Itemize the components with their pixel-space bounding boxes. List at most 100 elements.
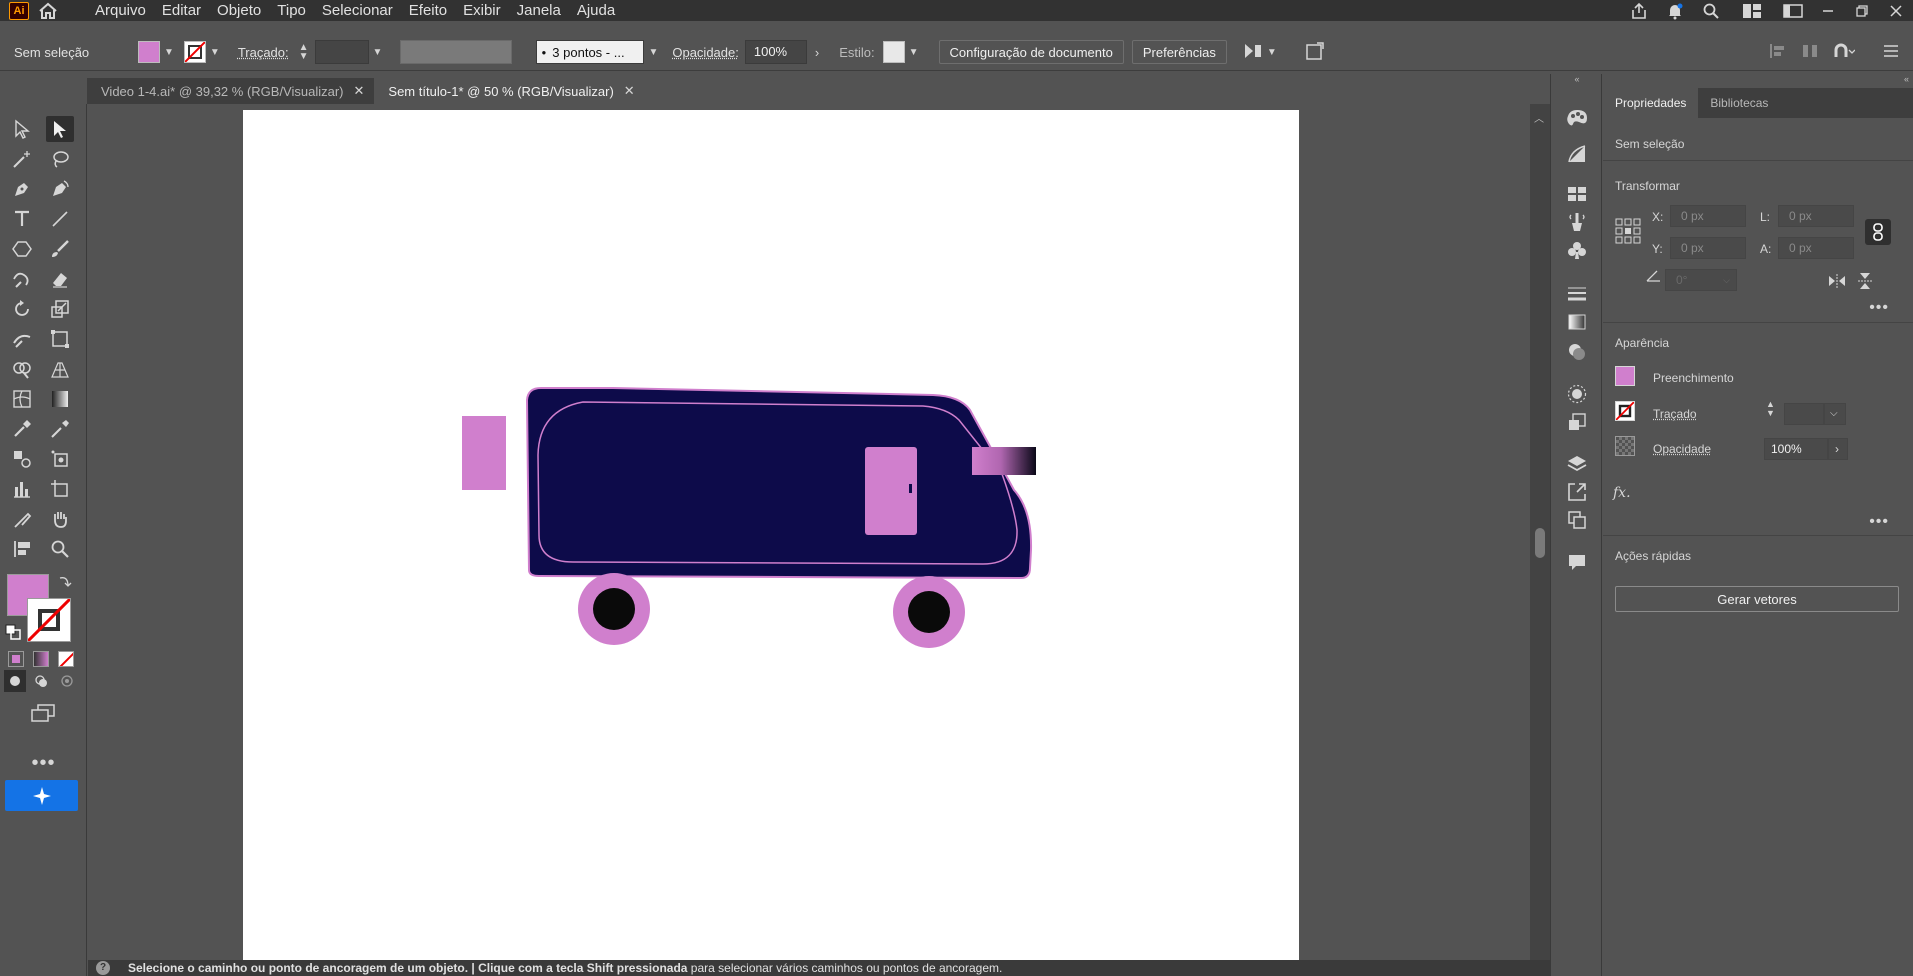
artboards-panel-icon[interactable] [1565, 508, 1589, 532]
color-guide-icon[interactable] [1565, 106, 1589, 130]
curvature-tool-icon[interactable] [46, 176, 74, 202]
collapse-dock-icon[interactable]: « [1551, 74, 1603, 86]
distribute-icon[interactable] [1801, 43, 1819, 62]
appearance-fill-swatch[interactable] [1615, 366, 1635, 386]
comments-icon[interactable] [1565, 550, 1589, 574]
pen-tool-icon[interactable] [8, 176, 36, 202]
color-mode-icon[interactable] [8, 651, 24, 667]
export-asset-icon[interactable] [1565, 480, 1589, 504]
stroke-label[interactable]: Traçado: [238, 45, 289, 60]
stroke-color-swatch[interactable] [27, 598, 71, 642]
variable-width-profile[interactable] [400, 40, 513, 64]
swap-fill-stroke-icon[interactable] [58, 574, 72, 591]
stroke-weight-stepper[interactable]: ▲ ▼ [1766, 400, 1775, 418]
selection-tool-icon[interactable] [8, 116, 36, 142]
none-mode-icon[interactable] [58, 651, 74, 667]
chevron-down-icon[interactable]: ▼ [909, 47, 919, 58]
shape-builder-tool-icon[interactable] [8, 356, 36, 382]
menu-ajuda[interactable]: Ajuda [569, 0, 623, 21]
search-icon[interactable] [1693, 0, 1729, 21]
height-input[interactable]: 0 px [1778, 237, 1854, 259]
opacity-input[interactable]: 100% [1764, 438, 1828, 460]
snap-magnet-icon[interactable] [1833, 43, 1856, 62]
opacity-label[interactable]: Opacidade [1653, 442, 1711, 456]
symbols-club-icon[interactable] [1565, 238, 1589, 262]
close-tab-icon[interactable]: ✕ [354, 83, 365, 99]
vertical-scrollbar[interactable]: ︿ [1530, 104, 1550, 960]
bumper-shape[interactable] [462, 416, 506, 490]
appearance-panel-icon[interactable] [1565, 382, 1589, 406]
stroke-weight-dropdown[interactable]: ⌵ [1824, 403, 1846, 425]
menu-janela[interactable]: Janela [509, 0, 569, 21]
magic-wand-tool-icon[interactable] [8, 146, 36, 172]
graphic-style-swatch[interactable] [882, 41, 905, 63]
mesh-tool-icon[interactable] [8, 386, 36, 412]
screen-mode-icon[interactable] [28, 700, 58, 726]
chevron-down-icon[interactable]: ▼ [1267, 47, 1277, 58]
tab-video-1-4[interactable]: Video 1-4.ai* @ 39,32 % (RGB/Visualizar)… [87, 78, 375, 104]
reference-point-icon[interactable] [1615, 218, 1641, 247]
preferences-button[interactable]: Preferências [1131, 40, 1227, 64]
restore-icon[interactable] [1845, 0, 1879, 21]
angle-select[interactable]: 0° ⌵ [1665, 269, 1737, 291]
menu-editar[interactable]: Editar [154, 0, 209, 21]
artboard[interactable] [243, 110, 1299, 960]
y-input[interactable]: 0 px [1670, 237, 1746, 259]
menu-efeito[interactable]: Efeito [401, 0, 455, 21]
direct-selection-tool-icon[interactable] [46, 116, 74, 142]
scroll-up-icon[interactable]: ︿ [1534, 110, 1544, 125]
gradient-panel-icon[interactable] [1565, 310, 1589, 334]
stroke-weight-stepper[interactable]: ▲ ▼ [299, 43, 309, 62]
stroke-panel-icon[interactable] [1565, 282, 1589, 306]
chevron-right-icon[interactable]: › [815, 45, 819, 60]
notifications-bell-icon[interactable] [1657, 0, 1693, 21]
hand-tool-icon[interactable] [46, 506, 74, 532]
line-segment-tool-icon[interactable] [46, 206, 74, 232]
lasso-tool-icon[interactable] [46, 146, 74, 172]
workspace-layout-icon[interactable] [1729, 0, 1775, 21]
stroke-swatch[interactable] [183, 41, 206, 63]
panel-menu-icon[interactable] [1883, 44, 1899, 61]
type-tool-icon[interactable] [8, 206, 36, 232]
generative-ai-button[interactable] [5, 780, 78, 811]
paintbrush-tool-icon[interactable] [46, 236, 74, 262]
eraser-tool-icon[interactable] [46, 266, 74, 292]
stroke-label[interactable]: Traçado [1653, 407, 1697, 421]
close-tab-icon[interactable]: ✕ [624, 83, 635, 99]
align-left-icon[interactable] [1769, 43, 1787, 62]
column-graph-tool-icon[interactable] [8, 476, 36, 502]
collapse-panel-icon[interactable]: « [1904, 74, 1909, 84]
gradient-tool-icon[interactable] [46, 386, 74, 412]
appearance-stroke-swatch[interactable] [1615, 401, 1635, 421]
fill-swatch[interactable] [138, 41, 160, 63]
tab-sem-titulo-1[interactable]: Sem título-1* @ 50 % (RGB/Visualizar) ✕ [374, 78, 645, 104]
scale-tool-icon[interactable] [46, 296, 74, 322]
edit-toolbar-more-icon[interactable]: ••• [0, 752, 87, 775]
eyedropper-tool-icon[interactable] [8, 416, 36, 442]
constrain-proportions-icon[interactable] [1865, 219, 1891, 245]
default-fill-stroke-icon[interactable] [5, 624, 21, 643]
draw-normal-icon[interactable] [4, 670, 26, 692]
stroke-weight-input[interactable] [1784, 403, 1824, 425]
chevron-down-icon[interactable]: ▼ [648, 47, 658, 58]
transparency-panel-icon[interactable] [1565, 340, 1589, 364]
slice-tool-icon[interactable] [8, 506, 36, 532]
free-transform-tool-icon[interactable] [46, 326, 74, 352]
fx-icon[interactable]: fx. [1613, 485, 1631, 501]
share-icon[interactable] [1621, 0, 1657, 21]
recolor-artwork-icon[interactable] [1305, 41, 1325, 64]
document-setup-button[interactable]: Configuração de documento [938, 40, 1124, 64]
chevron-down-icon[interactable]: ▼ [210, 47, 220, 58]
home-icon[interactable] [37, 2, 59, 20]
menu-selecionar[interactable]: Selecionar [314, 0, 401, 21]
blend-tool-icon[interactable] [8, 446, 36, 472]
artboard-tool-icon[interactable] [46, 476, 74, 502]
minimize-icon[interactable] [1811, 0, 1845, 21]
flip-horizontal-icon[interactable] [1828, 274, 1846, 291]
menu-tipo[interactable]: Tipo [269, 0, 314, 21]
symbol-sprayer-tool-icon[interactable] [46, 446, 74, 472]
align-options-icon[interactable] [1243, 42, 1263, 63]
width-input[interactable]: 0 px [1778, 205, 1854, 227]
polygon-tool-icon[interactable] [8, 236, 36, 262]
perspective-grid-tool-icon[interactable] [46, 356, 74, 382]
